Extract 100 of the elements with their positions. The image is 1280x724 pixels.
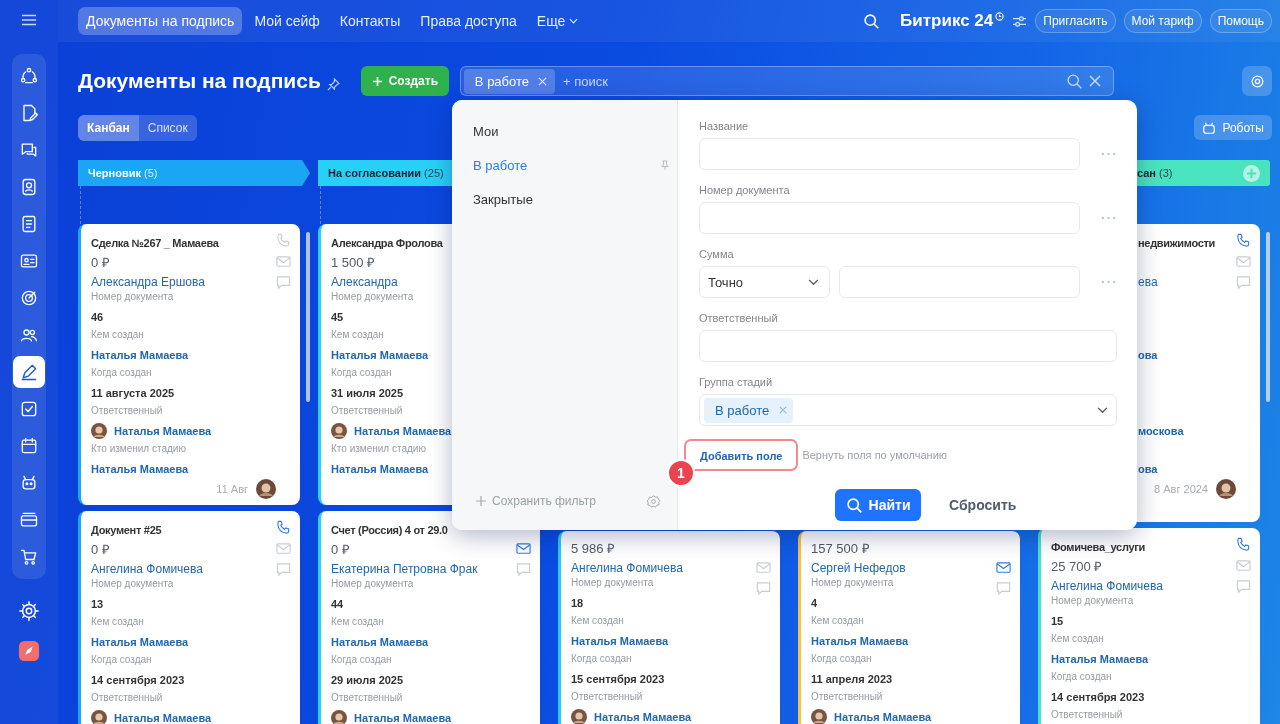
- avatar[interactable]: [331, 710, 347, 724]
- pen-icon[interactable]: [13, 356, 45, 388]
- field-label: Когда создан: [811, 653, 872, 664]
- add-field-link[interactable]: Добавить поле: [700, 450, 783, 462]
- reset-button[interactable]: Сбросить: [943, 496, 1023, 514]
- person-link[interactable]: Наталья Мамаева: [331, 463, 429, 475]
- header-button[interactable]: Пригласить: [1035, 9, 1116, 33]
- filter-tag[interactable]: В работе: [463, 68, 556, 94]
- card-title[interactable]: Счет (Россия) 4 от 29.0: [331, 524, 448, 536]
- field-value: 29 июля 2025: [331, 674, 404, 686]
- deal-card[interactable]: Сделка №267 _ Мамаева 0 ₽ Александра Ершова Номер документа 46 Кем создан Наталья Мамаева Когда создан 11 августа 2025 Ответственный Наталья Мамаева Кто изменил стадию Наталья Мамаева 11 Авг: [78, 224, 300, 505]
- field-label: Кем создан: [91, 616, 144, 627]
- person-link[interactable]: Наталья Мамаева: [594, 711, 692, 723]
- header-button[interactable]: Помощь: [1209, 9, 1272, 33]
- avatar[interactable]: [91, 710, 107, 724]
- contact-link[interactable]: Ангелина Фомичева: [91, 562, 203, 576]
- plus-icon: [476, 496, 486, 506]
- logo[interactable]: Битрикс 24: [900, 11, 994, 31]
- person-link[interactable]: Наталья Мамаева: [91, 636, 189, 648]
- person-link[interactable]: Наталья Мамаева: [811, 635, 909, 647]
- avatar[interactable]: [91, 423, 107, 439]
- avatar[interactable]: [811, 709, 827, 724]
- field-label: Кто изменил стадию: [331, 443, 426, 454]
- close-icon[interactable]: [1088, 75, 1101, 87]
- settings-button[interactable]: [1242, 66, 1272, 96]
- mail-icon[interactable]: [516, 541, 531, 556]
- person-link[interactable]: Наталья Мамаева: [114, 425, 212, 437]
- search-field[interactable]: В работе + поиск: [459, 66, 1114, 96]
- input-field[interactable]: [699, 330, 1117, 362]
- nav-tab[interactable]: Права доступа: [412, 7, 525, 35]
- scrollbar[interactable]: [306, 232, 310, 402]
- scrollbar[interactable]: [1266, 232, 1270, 402]
- find-button[interactable]: Найти: [835, 489, 921, 521]
- view-tab[interactable]: Канбан: [78, 114, 139, 141]
- person-link[interactable]: Наталья Мамаева: [331, 349, 429, 361]
- avatar[interactable]: [256, 479, 276, 499]
- contact-link[interactable]: Ангелина Фомичева: [571, 561, 683, 575]
- view-tab[interactable]: Список: [138, 114, 197, 141]
- card-title[interactable]: Александра Фролова: [331, 237, 443, 249]
- field-value: 14 сентября 2023: [1051, 691, 1145, 703]
- deal-card[interactable]: Документ #25 0 ₽ Ангелина Фомичева Номер документа 13 Кем создан Наталья Мамаева Когда создан 14 сентября 2023 Ответственный Наталья Мамаева: [78, 511, 300, 724]
- contact-link[interactable]: Александра Ершова: [91, 275, 205, 289]
- field-label: Номер документа: [699, 184, 791, 198]
- person-link[interactable]: Наталья Мамаева: [1051, 653, 1149, 665]
- deal-card[interactable]: 157 500 ₽ Сергей Нефедов Номер документа 4 Кем создан Наталья Мамаева Когда создан 11 апреля 2023 Ответственный Наталья Мамаева: [798, 531, 1020, 724]
- deal-card[interactable]: Счет (Россия) 4 от 29.0 0 ₽ Екатерина Петровна Фрак Номер документа 44 Кем создан Наталья Мамаева Когда создан 29 июля 2025 Ответственный Наталья Мамаева: [318, 511, 540, 724]
- filter-preset[interactable]: Мои: [452, 114, 677, 148]
- search-icon[interactable]: [1065, 72, 1083, 90]
- person-link[interactable]: Наталья Мамаева: [834, 711, 932, 723]
- contact-link[interactable]: Екатерина Петровна Фрак: [331, 562, 478, 576]
- pin-icon[interactable]: [326, 77, 340, 91]
- card-amount: 0 ₽: [331, 542, 350, 557]
- nav-tab[interactable]: Документы на подпись: [78, 7, 243, 35]
- select-field[interactable]: В работе: [699, 394, 1117, 426]
- person-link[interactable]: ова: [1138, 349, 1158, 361]
- nav-tab[interactable]: Мой сейф: [246, 7, 328, 35]
- field-label: Номер документа: [331, 291, 414, 302]
- contact-link[interactable]: Сергей Нефедов: [811, 561, 906, 575]
- stage-title: сан: [1137, 167, 1156, 179]
- person-link[interactable]: Наталья Мамаева: [354, 712, 452, 724]
- field-label: Номер документа: [331, 578, 414, 589]
- person-link[interactable]: Наталья Мамаева: [91, 349, 189, 361]
- person-link[interactable]: москова: [1138, 425, 1184, 437]
- chevron-icon: [808, 278, 819, 286]
- person-link[interactable]: Наталья Мамаева: [571, 635, 669, 647]
- deal-card[interactable]: Фомичева_услуги 25 700 ₽ Ангелина Фомичева Номер документа 15 Кем создан Наталья Мамаева Когда создан 14 сентября 2023 Ответственный: [1038, 528, 1260, 724]
- contact-link[interactable]: ева: [1138, 275, 1158, 289]
- select-field[interactable]: Точно: [699, 266, 830, 298]
- search-icon[interactable]: [863, 12, 881, 30]
- header-button[interactable]: Мой тариф: [1123, 9, 1202, 33]
- deal-card[interactable]: 5 986 ₽ Ангелина Фомичева Номер документа 18 Кем создан Наталья Мамаева Когда создан 15 сентября 2023 Ответственный Наталья Мамаева: [558, 531, 780, 724]
- field-value: 44: [331, 598, 344, 610]
- avatar[interactable]: [1216, 479, 1236, 499]
- person-link[interactable]: Наталья Мамаева: [114, 712, 212, 724]
- input-field[interactable]: [699, 138, 1080, 170]
- nav-tab[interactable]: Контакты: [331, 7, 409, 35]
- avatar[interactable]: [571, 709, 587, 724]
- card-title[interactable]: Документ #25: [91, 524, 162, 536]
- nav-tab[interactable]: Еще: [528, 7, 587, 35]
- input-field[interactable]: [699, 202, 1080, 234]
- person-link[interactable]: Наталья Мамаева: [331, 636, 429, 648]
- menu-icon[interactable]: [21, 14, 37, 26]
- chevron-icon[interactable]: [1097, 406, 1108, 414]
- phone-icon[interactable]: [1236, 233, 1251, 248]
- contact-link[interactable]: Александра: [331, 275, 398, 289]
- person-link[interactable]: ова: [1138, 463, 1158, 475]
- card-title[interactable]: Сделка №267 _ Мамаева: [91, 237, 219, 249]
- avatar[interactable]: [331, 423, 347, 439]
- phone-icon[interactable]: [1236, 537, 1251, 552]
- person-link[interactable]: Наталья Мамаева: [354, 425, 452, 437]
- sliders-icon[interactable]: [1012, 14, 1028, 28]
- phone-icon[interactable]: [276, 520, 291, 535]
- robots-button[interactable]: Роботы: [1194, 115, 1272, 140]
- stage-tag[interactable]: В работе: [704, 397, 794, 423]
- input-field[interactable]: [839, 266, 1080, 298]
- person-link[interactable]: Наталья Мамаева: [91, 463, 189, 475]
- card-title[interactable]: Фомичева_услуги: [1051, 541, 1145, 553]
- mail-icon[interactable]: [996, 560, 1011, 575]
- card-title[interactable]: недвижимости: [1138, 237, 1216, 249]
- contact-link[interactable]: Ангелина Фомичева: [1051, 579, 1163, 593]
